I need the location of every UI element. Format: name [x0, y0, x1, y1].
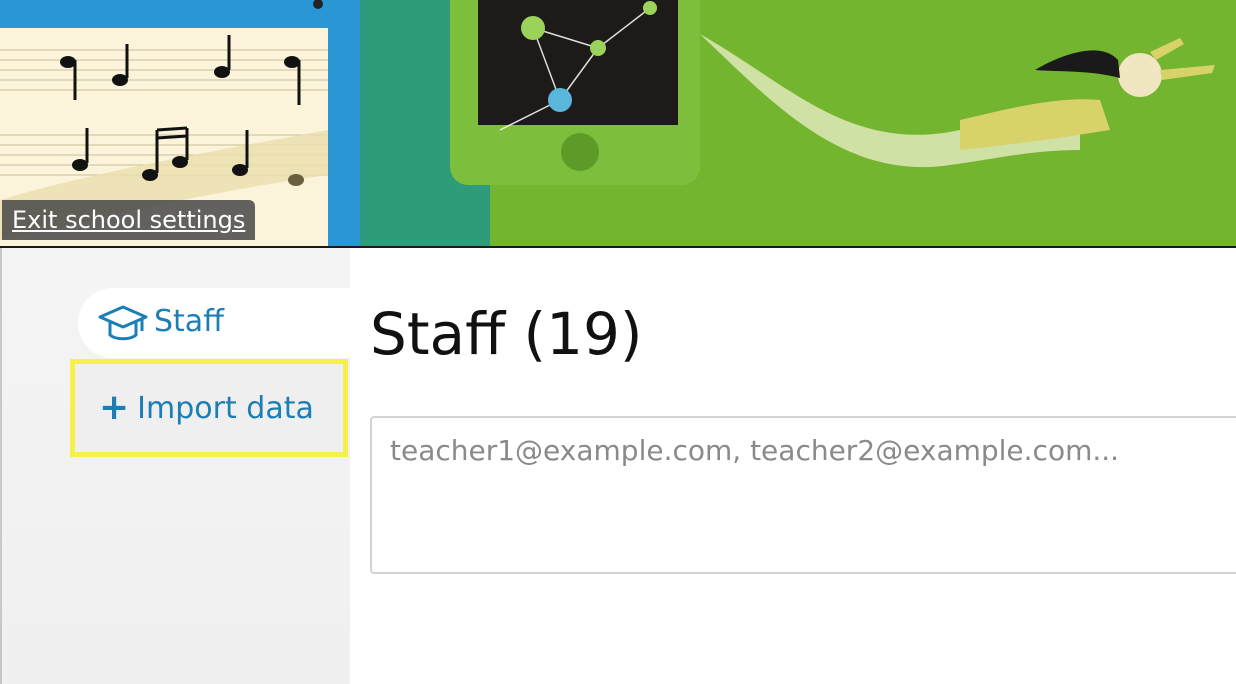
sidebar-item-import-data[interactable]: + Import data [70, 359, 348, 457]
sidebar: Staff + Import data [0, 248, 350, 684]
plus-icon: + [99, 387, 130, 428]
header-banner: Exit school settings [0, 0, 1236, 248]
sidebar-item-label: Import data [137, 390, 314, 426]
page-title: Staff (19) [370, 300, 643, 368]
graduation-cap-icon [98, 303, 148, 343]
sidebar-item-label: Staff [154, 303, 224, 339]
sidebar-item-staff[interactable]: Staff [78, 288, 350, 358]
exit-school-settings-link[interactable]: Exit school settings [2, 200, 256, 240]
staff-email-input[interactable] [370, 416, 1236, 574]
